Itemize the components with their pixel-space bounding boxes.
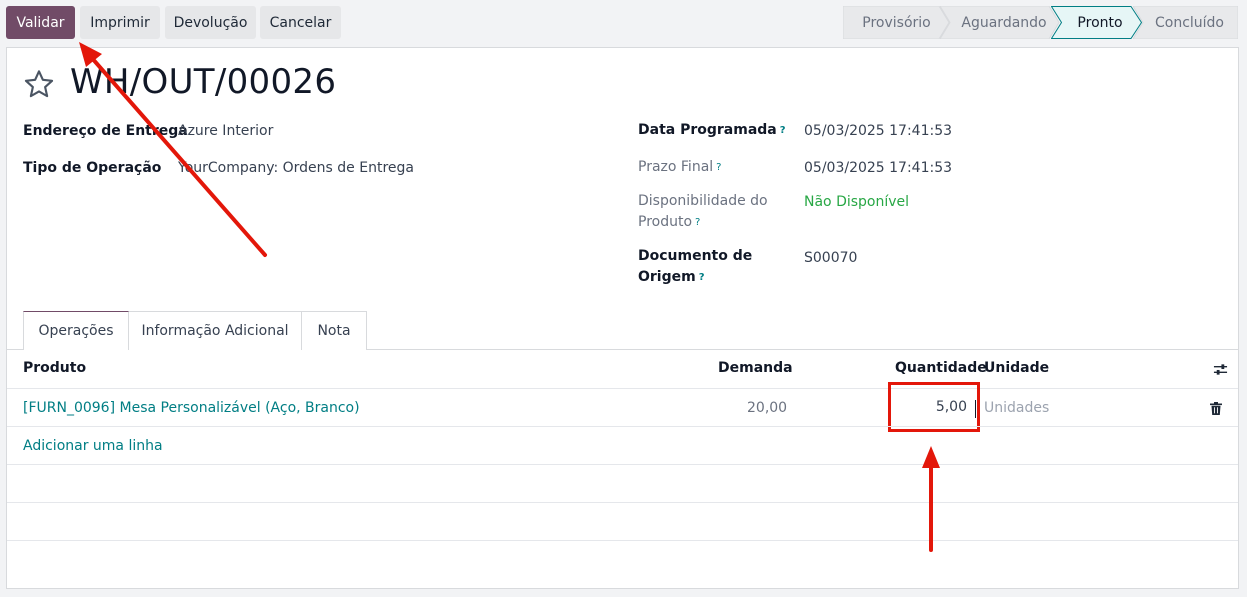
stage-draft[interactable]: Provisório (843, 6, 950, 39)
record-title: WH/OUT/00026 (70, 62, 337, 102)
add-line-link[interactable]: Adicionar uma linha (23, 438, 163, 454)
deadline-value: 05/03/2025 17:41:53 (804, 160, 953, 176)
column-header-demand[interactable]: Demanda (718, 360, 793, 376)
help-icon[interactable]: ? (695, 217, 700, 228)
table-divider (7, 388, 1238, 389)
stage-waiting[interactable]: Aguardando (940, 6, 1060, 39)
availability-value: Não Disponível (804, 194, 910, 210)
delivery-address-label: Endereço de Entrega (23, 123, 188, 139)
help-icon[interactable]: ? (716, 162, 721, 173)
scheduled-date-label: Data Programada? (638, 122, 786, 138)
stage-done[interactable]: Concluído (1133, 6, 1238, 39)
validate-button[interactable]: Validar (6, 6, 75, 39)
unit-cell[interactable]: Unidades (984, 400, 1049, 416)
product-cell[interactable]: [FURN_0096] Mesa Personalizável (Aço, Br… (23, 400, 360, 416)
quantity-highlight: 5,00 (888, 382, 980, 432)
column-header-quantity[interactable]: Quantidade (895, 360, 987, 376)
table-divider (7, 502, 1238, 503)
table-divider (7, 426, 1238, 427)
deadline-label: Prazo Final? (638, 159, 722, 175)
scheduled-date-value[interactable]: 05/03/2025 17:41:53 (804, 121, 952, 142)
stage-ready[interactable]: Pronto (1051, 6, 1143, 39)
status-bar: Provisório Aguardando Pronto Concluído (843, 6, 1238, 39)
availability-label: Disponibilidade do Produto? (638, 193, 768, 230)
form-sheet: WH/OUT/00026 Endereço de Entrega Azure I… (6, 47, 1239, 589)
help-icon[interactable]: ? (780, 125, 786, 136)
operation-type-value[interactable]: YourCompany: Ordens de Entrega (178, 158, 414, 179)
quantity-input[interactable]: 5,00 (891, 385, 977, 429)
text-caret (975, 400, 976, 418)
column-header-unit[interactable]: Unidade (984, 360, 1049, 376)
demand-cell: 20,00 (747, 400, 788, 416)
return-button[interactable]: Devolução (165, 6, 256, 39)
tab-operations[interactable]: Operações (23, 311, 129, 350)
source-document-value[interactable]: S00070 (804, 248, 857, 269)
cancel-button[interactable]: Cancelar (260, 6, 341, 39)
source-document-label: Documento de Origem? (638, 248, 753, 285)
column-header-product[interactable]: Produto (23, 360, 86, 376)
delivery-address-value[interactable]: Azure Interior (178, 121, 273, 142)
star-icon[interactable] (23, 68, 55, 100)
settings-adjust-icon[interactable] (1213, 362, 1228, 377)
trash-icon[interactable] (1210, 402, 1222, 415)
operation-type-label: Tipo de Operação (23, 160, 162, 176)
control-panel: Validar Imprimir Devolução Cancelar Prov… (0, 0, 1247, 46)
table-divider (7, 464, 1238, 465)
table-divider (7, 540, 1238, 541)
help-icon[interactable]: ? (699, 272, 705, 283)
tab-note[interactable]: Nota (301, 311, 367, 350)
tab-additional-info[interactable]: Informação Adicional (128, 311, 302, 350)
print-button[interactable]: Imprimir (80, 6, 160, 39)
